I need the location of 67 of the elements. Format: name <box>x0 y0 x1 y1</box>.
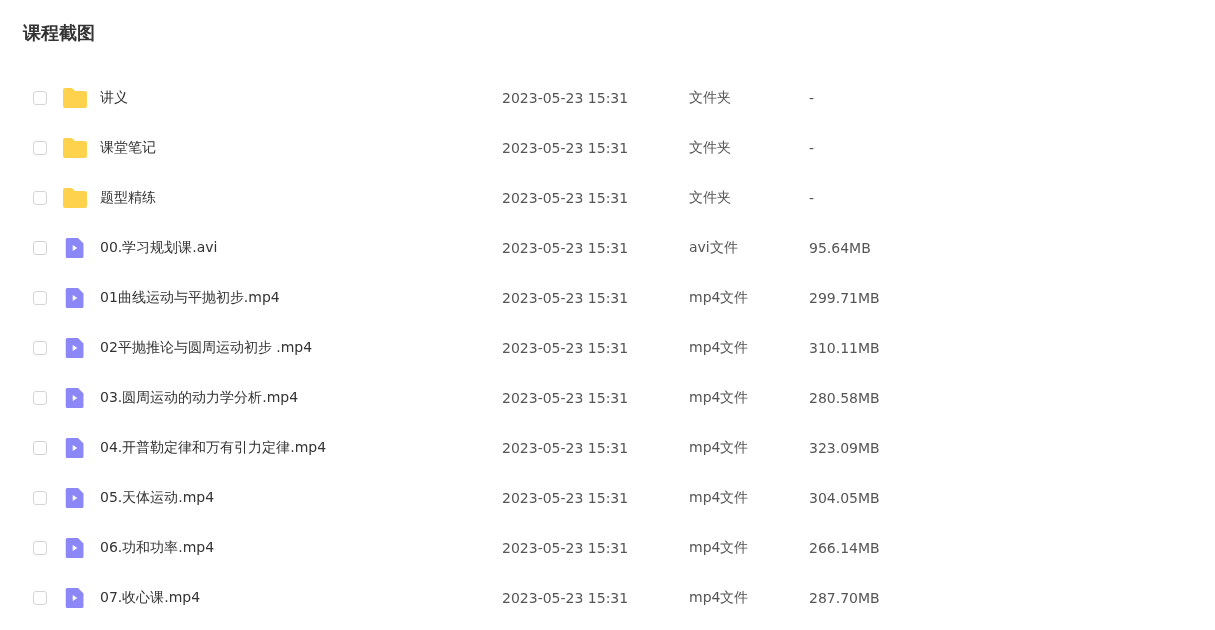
checkbox[interactable] <box>33 541 47 555</box>
modified-date: 2023-05-23 15:31 <box>502 340 630 356</box>
checkbox[interactable] <box>33 291 47 305</box>
checkbox[interactable] <box>33 441 47 455</box>
video-file-icon <box>65 285 85 311</box>
modified-date: 2023-05-23 15:31 <box>502 140 630 156</box>
video-file-icon <box>65 235 85 261</box>
file-size: 287.70MB <box>809 590 880 606</box>
checkbox[interactable] <box>33 341 47 355</box>
checkbox[interactable] <box>33 391 47 405</box>
video-file-icon <box>65 535 85 561</box>
video-file-icon <box>65 585 85 611</box>
file-name[interactable]: 00.学习规划课.avi <box>100 239 502 257</box>
checkbox[interactable] <box>33 191 47 205</box>
modified-date: 2023-05-23 15:31 <box>502 390 630 406</box>
file-type: mp4文件 <box>689 389 750 407</box>
file-size: 299.71MB <box>809 290 880 306</box>
file-name[interactable]: 题型精练 <box>100 189 502 207</box>
video-file-icon <box>65 485 85 511</box>
modified-date: 2023-05-23 15:31 <box>502 240 630 256</box>
modified-date: 2023-05-23 15:31 <box>502 540 630 556</box>
file-size: 266.14MB <box>809 540 880 556</box>
file-size: 95.64MB <box>809 240 871 256</box>
checkbox[interactable] <box>33 491 47 505</box>
modified-date: 2023-05-23 15:31 <box>502 190 630 206</box>
section-title: 课程截图 <box>23 21 96 45</box>
file-name[interactable]: 05.天体运动.mp4 <box>100 489 502 507</box>
checkbox[interactable] <box>33 241 47 255</box>
modified-date: 2023-05-23 15:31 <box>502 440 630 456</box>
checkbox[interactable] <box>33 591 47 605</box>
modified-date: 2023-05-23 15:31 <box>502 290 630 306</box>
file-size: 323.09MB <box>809 440 880 456</box>
file-type: mp4文件 <box>689 439 750 457</box>
file-name[interactable]: 07.收心课.mp4 <box>100 589 502 607</box>
checkbox[interactable] <box>33 141 47 155</box>
file-type: 文件夹 <box>689 89 732 107</box>
modified-date: 2023-05-23 15:31 <box>502 490 630 506</box>
file-size: 310.11MB <box>809 340 880 356</box>
file-name[interactable]: 06.功和功率.mp4 <box>100 539 502 557</box>
checkbox[interactable] <box>33 91 47 105</box>
file-size: - <box>809 140 815 156</box>
file-size: - <box>809 190 815 206</box>
folder-icon <box>62 187 88 209</box>
file-name[interactable]: 02平抛推论与圆周运动初步 .mp4 <box>100 339 502 357</box>
file-name[interactable]: 04.开普勒定律和万有引力定律.mp4 <box>100 439 502 457</box>
video-file-icon <box>65 335 85 361</box>
file-type: mp4文件 <box>689 339 750 357</box>
file-type: 文件夹 <box>689 139 732 157</box>
folder-icon <box>62 87 88 109</box>
file-size: 304.05MB <box>809 490 880 506</box>
file-type: mp4文件 <box>689 539 750 557</box>
file-type: 文件夹 <box>689 189 732 207</box>
video-file-icon <box>65 385 85 411</box>
file-type: avi文件 <box>689 239 739 257</box>
modified-date: 2023-05-23 15:31 <box>502 590 630 606</box>
file-name[interactable]: 讲义 <box>100 89 502 107</box>
file-name[interactable]: 03.圆周运动的动力学分析.mp4 <box>100 389 502 407</box>
file-size: 280.58MB <box>809 390 880 406</box>
file-name[interactable]: 01曲线运动与平抛初步.mp4 <box>100 289 502 307</box>
video-file-icon <box>65 435 85 461</box>
file-type: mp4文件 <box>689 289 750 307</box>
folder-icon <box>62 137 88 159</box>
file-type: mp4文件 <box>689 589 750 607</box>
modified-date: 2023-05-23 15:31 <box>502 90 630 106</box>
file-size: - <box>809 90 815 106</box>
file-name[interactable]: 课堂笔记 <box>100 139 502 157</box>
file-type: mp4文件 <box>689 489 750 507</box>
